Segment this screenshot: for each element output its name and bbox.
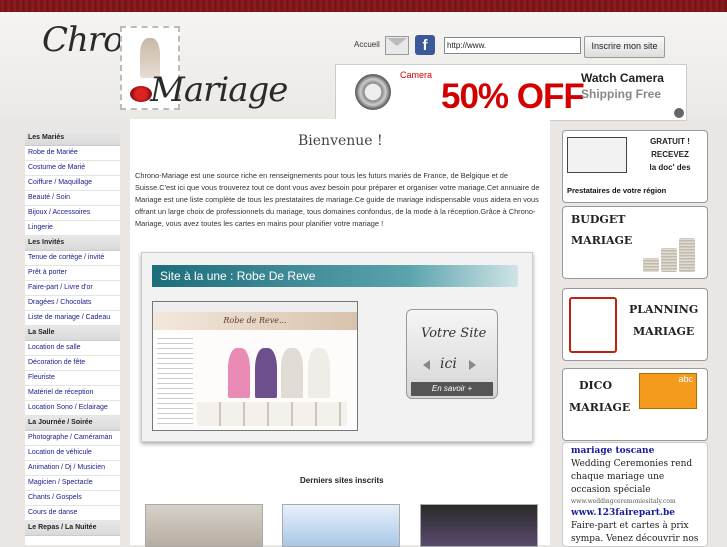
ad-text-2: Faire-part et cartes à prix sympa. Venez… — [571, 521, 699, 544]
watch-camera-image — [348, 72, 398, 112]
site-header: Chrono Mariage Accueil f Inscrire mon si… — [0, 12, 727, 121]
category-sidebar: Les Mariés Robe de Mariée Costume de Marié… — [25, 131, 120, 545]
sidebar-link[interactable]: Magicien / Spectacle — [25, 476, 120, 491]
accueil-link[interactable]: Accueil — [354, 40, 380, 49]
next-arrow-icon[interactable] — [469, 360, 476, 370]
latest-sites-heading: Derniers sites inscrits — [300, 476, 384, 485]
sidebar-link[interactable]: Liste de mariage / Cadeau — [25, 311, 120, 326]
planning-line1: PLANNING — [629, 303, 699, 316]
inscrire-site-button[interactable]: Inscrire mon site — [584, 36, 665, 58]
gratuit-line1: GRATUIT ! — [650, 137, 690, 146]
ad-info-icon[interactable] — [674, 108, 684, 118]
sidebar-link[interactable]: Dragées / Chocolats — [25, 296, 120, 311]
sidebar-link[interactable]: Coiffure / Maquillage — [25, 176, 120, 191]
latest-site-thumb-1[interactable] — [145, 504, 263, 547]
coin-stack-icon — [679, 238, 695, 272]
latest-site-thumb-3[interactable] — [420, 504, 538, 547]
banner-discount: 50% OFF — [441, 77, 585, 116]
budget-line1: BUDGET — [571, 213, 626, 226]
ad-title-1[interactable]: mariage toscane — [571, 446, 707, 456]
featured-site-panel: Site à la une : Robe De Reve Robe de Rev… — [141, 252, 533, 442]
sidebar-link[interactable]: Tenue de cortège / invité — [25, 251, 120, 266]
banner-camera-label: Camera — [400, 70, 433, 80]
dico-line2: MARIAGE — [569, 401, 631, 414]
page-title: Bienvenue ! — [298, 133, 383, 149]
sidebar-link[interactable]: Location de salle — [25, 341, 120, 356]
gratuit-doc-box[interactable]: GRATUIT ! RECEVEZ la doc' des Prestatair… — [562, 130, 708, 203]
ici-text: ici — [440, 356, 457, 372]
sidebar-link[interactable]: Photographe / Caméraman — [25, 431, 120, 446]
latest-site-thumb-2[interactable] — [282, 504, 400, 547]
banner-line1: Watch Camera — [581, 71, 664, 85]
site-logo[interactable]: Chrono Mariage — [40, 20, 288, 120]
budget-line2: MARIAGE — [571, 234, 633, 247]
planning-line2: MARIAGE — [633, 325, 695, 338]
sidebar-category-header: Les Mariés — [25, 131, 120, 146]
sidebar-link[interactable]: Beauté / Soin — [25, 191, 120, 206]
main-content: Bienvenue ! Chrono-Mariage est une sourc… — [130, 119, 550, 547]
sidebar-link[interactable]: Costume de Marié — [25, 161, 120, 176]
sidebar-link[interactable]: Faire-part / Livre d'or — [25, 281, 120, 296]
featured-shot-title: Robe de Reve... — [153, 312, 357, 330]
sidebar-link[interactable]: Lingerie — [25, 221, 120, 236]
planning-mariage-box[interactable]: PLANNING MARIAGE — [562, 288, 708, 361]
sidebar-category-header: Les Invités — [25, 236, 120, 251]
sidebar-link[interactable]: Prêt à porter — [25, 266, 120, 281]
sidebar-link[interactable]: Décoration de fête — [25, 356, 120, 371]
sidebar-link[interactable]: Location de véhicule — [25, 446, 120, 461]
sidebar-link[interactable]: Bijoux / Accessoires — [25, 206, 120, 221]
text-ads-box: mariage toscane Wedding Ceremonies rend … — [562, 442, 708, 547]
ad-banner[interactable]: Camera 50% OFF Watch Camera Shipping Fre… — [335, 64, 687, 121]
sidebar-category-header: La Salle — [25, 326, 120, 341]
top-decorative-bar — [0, 0, 727, 12]
gratuit-line2: RECEVEZ — [651, 150, 689, 159]
budget-mariage-box[interactable]: BUDGET MARIAGE — [562, 206, 708, 279]
site-url-input[interactable] — [444, 37, 581, 54]
sidebar-link[interactable]: Robe de Mariée — [25, 146, 120, 161]
facebook-icon[interactable]: f — [415, 35, 435, 55]
featured-site-screenshot[interactable]: Robe de Reve... — [152, 301, 358, 431]
en-savoir-plus-button[interactable]: En savoir + — [411, 382, 493, 396]
ad-text-1: Wedding Ceremonies rend chaque mariage u… — [571, 459, 693, 495]
sidebar-link[interactable]: Animation / Dj / Musicien — [25, 461, 120, 476]
sidebar-category-header: Le Repas / La Nuitée — [25, 521, 120, 536]
sidebar-category-header: La Journée / Soirée — [25, 416, 120, 431]
envelope-icon — [567, 137, 627, 173]
dico-line1: DICO — [579, 379, 613, 392]
sidebar-link[interactable]: Cours de danse — [25, 506, 120, 521]
ad-title-2[interactable]: www.123fairepart.be — [571, 508, 707, 518]
prev-arrow-icon[interactable] — [423, 360, 430, 370]
calendar-icon — [569, 297, 617, 353]
coin-stack-icon — [661, 248, 677, 272]
intro-text: Chrono-Mariage est une source riche en r… — [135, 171, 540, 228]
votre-site-text: Votre Site — [421, 326, 487, 341]
sidebar-link[interactable]: Matériel de réception — [25, 386, 120, 401]
dictionary-icon: abc — [639, 373, 697, 409]
votre-site-ici-promo[interactable]: Votre Site ici En savoir + — [406, 309, 498, 399]
ad-url-1[interactable]: www.weddingceremoniesitaly.com — [571, 498, 707, 505]
gratuit-line3: la doc' des — [649, 163, 691, 172]
gratuit-bottom: Prestataires de votre région — [567, 186, 667, 195]
banner-line2: Shipping Free — [581, 87, 662, 101]
featured-site-title[interactable]: Site à la une : Robe De Reve — [152, 265, 518, 287]
dico-mariage-box[interactable]: DICO MARIAGE abc — [562, 368, 708, 441]
sidebar-link[interactable]: Location Sono / Eclairage — [25, 401, 120, 416]
logo-text-mariage: Mariage — [150, 70, 288, 110]
coin-stack-icon — [643, 258, 659, 272]
sidebar-link[interactable]: Chants / Gospels — [25, 491, 120, 506]
sidebar-link[interactable]: Fleuriste — [25, 371, 120, 386]
mail-icon[interactable] — [385, 36, 409, 55]
